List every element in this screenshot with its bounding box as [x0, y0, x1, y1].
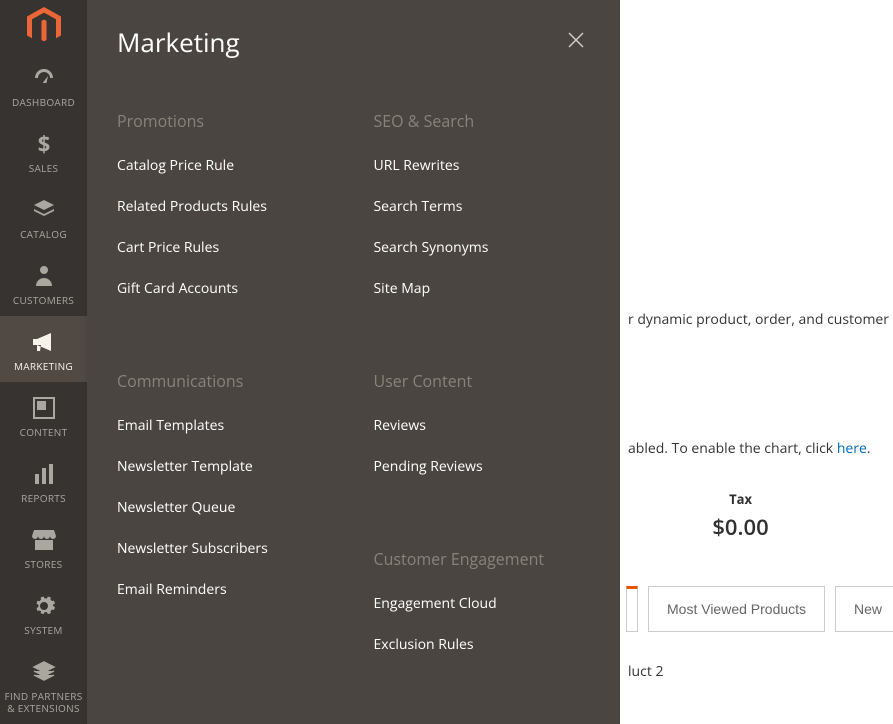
dollar-icon: $ — [34, 130, 54, 158]
nav-stores[interactable]: STORES — [0, 514, 87, 580]
enable-chart-link[interactable]: here — [837, 439, 867, 458]
svg-text:$: $ — [37, 132, 50, 156]
link-cart-price-rules[interactable]: Cart Price Rules — [117, 238, 334, 257]
dashboard-icon — [32, 64, 56, 92]
link-email-reminders[interactable]: Email Reminders — [117, 580, 334, 599]
hint-prefix: abled. To enable the chart, click — [628, 439, 837, 458]
system-icon — [33, 592, 55, 620]
bg-row: luct 2 — [620, 632, 893, 681]
partners-icon — [32, 658, 56, 686]
nav-dashboard[interactable]: DASHBOARD — [0, 52, 87, 118]
customers-icon — [34, 262, 54, 290]
tab-most-viewed[interactable]: Most Viewed Products — [648, 586, 825, 632]
chart-hint: abled. To enable the chart, click here. — [620, 429, 893, 468]
admin-sidebar: DASHBOARD $ SALES CATALOG CUSTOMERS MARK… — [0, 0, 87, 724]
section-title-user-content: User Content — [374, 370, 591, 392]
link-gift-card-accounts[interactable]: Gift Card Accounts — [117, 279, 334, 298]
nav-label: CATALOG — [16, 228, 71, 240]
nav-label: SALES — [25, 162, 63, 174]
nav-customers[interactable]: CUSTOMERS — [0, 250, 87, 316]
tax-amount: $0.00 — [620, 512, 861, 542]
nav-label: CONTENT — [16, 426, 72, 438]
link-search-synonyms[interactable]: Search Synonyms — [374, 238, 591, 257]
reports-icon — [33, 460, 55, 488]
link-catalog-price-rule[interactable]: Catalog Price Rule — [117, 156, 334, 175]
close-icon — [566, 30, 586, 50]
nav-partners[interactable]: FIND PARTNERS & EXTENSIONS — [0, 646, 87, 724]
nav-label: DASHBOARD — [8, 96, 79, 108]
nav-marketing[interactable]: MARKETING — [0, 316, 87, 382]
link-newsletter-template[interactable]: Newsletter Template — [117, 457, 334, 476]
link-reviews[interactable]: Reviews — [374, 416, 591, 435]
tab-partial-active[interactable] — [626, 586, 638, 632]
nav-content[interactable]: CONTENT — [0, 382, 87, 448]
nav-label: STORES — [21, 558, 67, 570]
tax-label: Tax — [620, 490, 861, 508]
catalog-icon — [32, 196, 56, 224]
tax-summary: Tax $0.00 — [620, 490, 893, 542]
nav-label: MARKETING — [10, 360, 77, 372]
partial-text: r dynamic product, order, and customer — [620, 300, 893, 339]
dashboard-main: r dynamic product, order, and customer a… — [620, 0, 893, 724]
section-title-engagement: Customer Engagement — [374, 548, 591, 570]
link-related-products-rules[interactable]: Related Products Rules — [117, 197, 334, 216]
link-search-terms[interactable]: Search Terms — [374, 197, 591, 216]
nav-sales[interactable]: $ SALES — [0, 118, 87, 184]
nav-reports[interactable]: REPORTS — [0, 448, 87, 514]
nav-label: SYSTEM — [20, 624, 66, 636]
marketing-icon — [31, 328, 57, 356]
close-button[interactable] — [566, 30, 590, 54]
flyout-title: Marketing — [117, 24, 240, 60]
section-title-promotions: Promotions — [117, 110, 334, 132]
nav-label: REPORTS — [17, 492, 70, 504]
content-icon — [33, 394, 55, 422]
hint-suffix: . — [867, 439, 871, 458]
section-title-communications: Communications — [117, 370, 334, 392]
logo[interactable] — [0, 0, 87, 52]
magento-logo-icon — [27, 7, 61, 45]
link-site-map[interactable]: Site Map — [374, 279, 591, 298]
stores-icon — [32, 526, 56, 554]
link-url-rewrites[interactable]: URL Rewrites — [374, 156, 591, 175]
nav-system[interactable]: SYSTEM — [0, 580, 87, 646]
link-exclusion-rules[interactable]: Exclusion Rules — [374, 635, 591, 654]
nav-label: FIND PARTNERS & EXTENSIONS — [0, 690, 87, 714]
link-engagement-cloud[interactable]: Engagement Cloud — [374, 594, 591, 613]
nav-label: CUSTOMERS — [9, 294, 78, 306]
nav-catalog[interactable]: CATALOG — [0, 184, 87, 250]
tabs-row: Most Viewed Products New — [620, 586, 893, 632]
marketing-flyout: Marketing Promotions Catalog Price Rule … — [87, 0, 620, 724]
link-newsletter-queue[interactable]: Newsletter Queue — [117, 498, 334, 517]
tab-new[interactable]: New — [835, 586, 893, 632]
link-pending-reviews[interactable]: Pending Reviews — [374, 457, 591, 476]
link-email-templates[interactable]: Email Templates — [117, 416, 334, 435]
section-title-seo: SEO & Search — [374, 110, 591, 132]
link-newsletter-subscribers[interactable]: Newsletter Subscribers — [117, 539, 334, 558]
